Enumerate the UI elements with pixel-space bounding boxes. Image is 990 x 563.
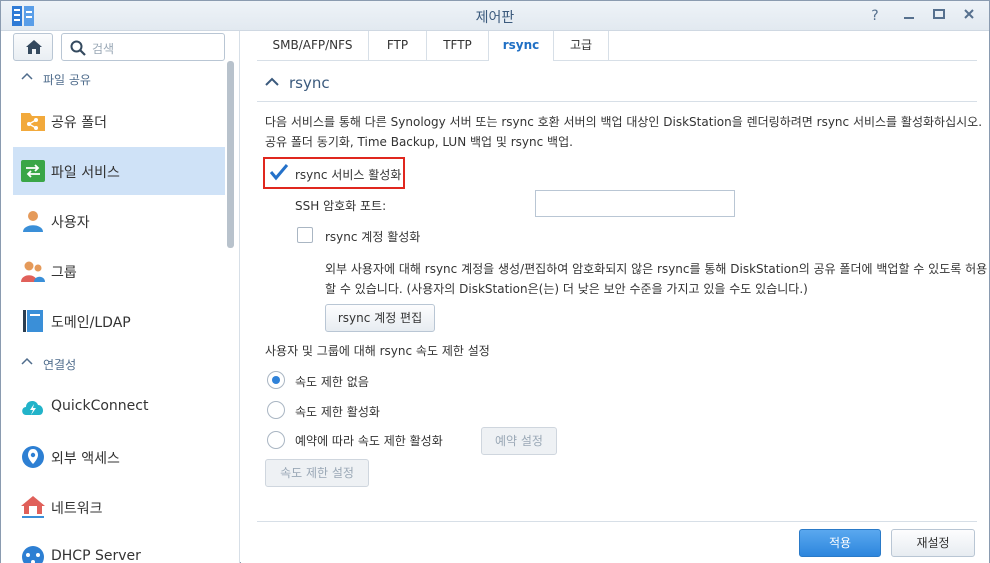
radio-enable-limit-label: 속도 제한 활성화 bbox=[295, 405, 380, 419]
schedule-settings-button[interactable]: 예약 설정 bbox=[481, 427, 557, 455]
sidebar-item-group[interactable]: 그룹 bbox=[13, 247, 225, 295]
chevron-up-icon bbox=[21, 72, 33, 80]
search-placeholder: 검색 bbox=[92, 42, 115, 56]
radio-schedule-limit[interactable] bbox=[267, 431, 285, 449]
home-button[interactable] bbox=[13, 33, 53, 61]
minimize-icon[interactable] bbox=[899, 6, 919, 26]
speed-limit-settings-button[interactable]: 속도 제한 설정 bbox=[265, 459, 369, 487]
sidebar-item-network[interactable]: 네트워크 bbox=[13, 483, 225, 531]
sidebar-item-external-access[interactable]: 외부 액세스 bbox=[13, 433, 225, 481]
external-access-icon bbox=[22, 446, 44, 468]
section-title: rsync bbox=[289, 74, 330, 92]
radio-enable-limit[interactable] bbox=[267, 401, 285, 419]
help-icon[interactable]: ? bbox=[865, 6, 885, 26]
ssh-port-field[interactable] bbox=[535, 190, 735, 217]
user-icon bbox=[23, 211, 43, 232]
section-description: 다음 서비스를 통해 다른 Synology 서버 또는 rsync 호환 서버… bbox=[265, 115, 983, 149]
tab-smb-afp-nfs[interactable]: SMB/AFP/NFS bbox=[257, 31, 369, 61]
main-panel: SMB/AFP/NFS FTP TFTP rsync 고급 rsync 다음 서… bbox=[241, 31, 989, 563]
search-icon bbox=[70, 40, 86, 56]
radio-no-limit[interactable] bbox=[267, 371, 285, 389]
network-icon bbox=[21, 496, 45, 518]
control-panel-window: 제어판 ? 검색 파일 공유 공유 폴더 파일 서비스 사용자 그룹 도메인/L… bbox=[0, 0, 990, 563]
domain-ldap-icon bbox=[23, 310, 43, 332]
radio-schedule-limit-label: 예약에 따라 속도 제한 활성화 bbox=[295, 434, 443, 448]
sidebar-item-file-services[interactable]: 파일 서비스 bbox=[13, 147, 225, 195]
enable-account-label: rsync 계정 활성화 bbox=[325, 230, 421, 244]
maximize-icon[interactable] bbox=[929, 6, 949, 26]
sidebar-item-domain-ldap[interactable]: 도메인/LDAP bbox=[13, 297, 225, 345]
tab-rsync[interactable]: rsync bbox=[489, 31, 554, 62]
search-input[interactable]: 검색 bbox=[61, 33, 225, 61]
reset-button[interactable]: 재설정 bbox=[891, 529, 975, 557]
chevron-up-icon bbox=[265, 77, 279, 86]
tab-bar: SMB/AFP/NFS FTP TFTP rsync 고급 bbox=[257, 31, 977, 62]
enable-account-checkbox[interactable] bbox=[297, 227, 313, 243]
checkmark-icon bbox=[269, 164, 289, 181]
shared-folder-icon bbox=[21, 113, 45, 131]
sidebar-item-shared-folder[interactable]: 공유 폴더 bbox=[13, 97, 225, 145]
home-icon bbox=[26, 40, 42, 54]
quickconnect-icon bbox=[22, 401, 44, 415]
group-icon bbox=[21, 261, 45, 282]
edit-rsync-account-button[interactable]: rsync 계정 편집 bbox=[325, 304, 435, 332]
sidebar-group-connectivity[interactable]: 연결성 bbox=[1, 348, 227, 378]
tab-tftp[interactable]: TFTP bbox=[427, 31, 489, 61]
sidebar-scrollbar[interactable] bbox=[227, 61, 234, 248]
footer-divider bbox=[257, 521, 977, 522]
sidebar-group-file-sharing[interactable]: 파일 공유 bbox=[1, 63, 227, 93]
section-divider bbox=[257, 101, 977, 102]
close-icon[interactable] bbox=[959, 6, 979, 26]
radio-no-limit-label: 속도 제한 없음 bbox=[295, 375, 369, 389]
account-description: 외부 사용자에 대해 rsync 계정을 생성/편집하여 암호화되지 않은 rs… bbox=[325, 262, 988, 296]
dhcp-server-icon bbox=[22, 546, 44, 563]
file-services-icon bbox=[21, 160, 45, 182]
window-title: 제어판 bbox=[475, 10, 515, 26]
section-header-rsync[interactable]: rsync bbox=[265, 74, 330, 92]
sidebar-item-dhcp-server[interactable]: DHCP Server bbox=[13, 533, 225, 563]
sidebar-item-quickconnect[interactable]: QuickConnect bbox=[13, 383, 225, 431]
sidebar: 검색 파일 공유 공유 폴더 파일 서비스 사용자 그룹 도메인/LDAP 연결… bbox=[1, 31, 240, 563]
tab-ftp[interactable]: FTP bbox=[369, 31, 427, 61]
sidebar-item-user[interactable]: 사용자 bbox=[13, 197, 225, 245]
speed-limit-heading: 사용자 및 그룹에 대해 rsync 속도 제한 설정 bbox=[265, 344, 490, 358]
ssh-port-label: SSH 암호화 포트: bbox=[295, 199, 387, 213]
tab-advanced[interactable]: 고급 bbox=[554, 31, 609, 61]
chevron-up-icon bbox=[21, 357, 33, 365]
apply-button[interactable]: 적용 bbox=[799, 529, 881, 557]
enable-rsync-checkbox[interactable] bbox=[269, 164, 289, 181]
enable-rsync-label: rsync 서비스 활성화 bbox=[295, 168, 402, 182]
title-bar: 제어판 ? bbox=[1, 1, 989, 31]
